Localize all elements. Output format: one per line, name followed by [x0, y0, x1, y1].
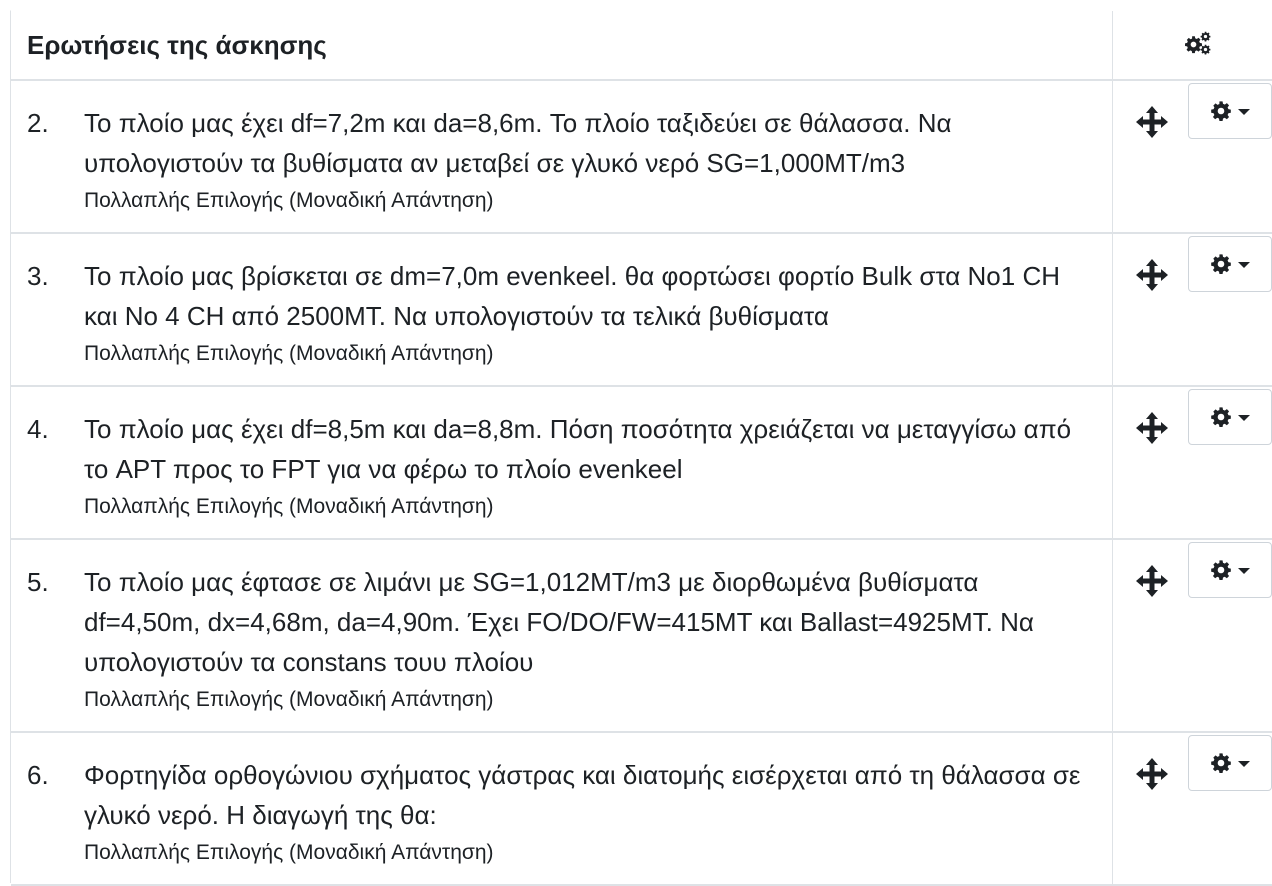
question-menu-button[interactable] [1187, 542, 1272, 598]
question-actions-cell [1112, 386, 1272, 540]
move-arrows-icon[interactable] [1135, 258, 1169, 292]
question-row: 5. Το πλοίο μας έφτασε σε λιμάνι με SG=1… [11, 539, 1272, 733]
question-cell: 5. Το πλοίο μας έφτασε σε λιμάνι με SG=1… [11, 539, 1113, 733]
question-text[interactable]: Το πλοίο μας βρίσκεται σε dm=7,0m evenke… [84, 256, 1092, 336]
question-text[interactable]: Το πλοίο μας έχει df=7,2m και da=8,6m. Τ… [84, 103, 1092, 183]
caret-down-icon [1237, 568, 1250, 574]
cog-icon [1210, 406, 1232, 428]
question-type: Πολλαπλής Επιλογής (Μοναδική Απάντηση) [84, 342, 494, 365]
question-number: 2. [27, 108, 49, 138]
question-menu-button[interactable] [1187, 236, 1272, 292]
cog-icon [1210, 752, 1232, 774]
question-actions-cell [1112, 732, 1272, 886]
move-arrows-icon[interactable] [1135, 105, 1169, 139]
cog-icon [1210, 253, 1232, 275]
question-type: Πολλαπλής Επιλογής (Μοναδική Απάντηση) [84, 189, 494, 212]
question-row: 4. Το πλοίο μας έχει df=8,5m και da=8,8m… [11, 386, 1272, 540]
question-menu-button[interactable] [1187, 389, 1272, 445]
question-actions-cell [1112, 233, 1272, 387]
question-number: 5. [27, 567, 49, 597]
move-arrows-icon[interactable] [1135, 411, 1169, 445]
question-type: Πολλαπλής Επιλογής (Μοναδική Απάντηση) [84, 688, 494, 711]
question-text[interactable]: Το πλοίο μας έφτασε σε λιμάνι με SG=1,01… [84, 562, 1092, 682]
question-cell: 6. Φορτηγίδα ορθογώνιου σχήματος γάστρας… [11, 732, 1113, 886]
question-cell: 2. Το πλοίο μας έχει df=7,2m και da=8,6m… [11, 80, 1113, 234]
questions-panel: Ερωτήσεις της άσκησης 2. Το πλοίο μας έχ… [10, 10, 1272, 886]
question-type: Πολλαπλής Επιλογής (Μοναδική Απάντηση) [84, 495, 494, 518]
question-number: 3. [27, 261, 49, 291]
table-header-actions [1112, 11, 1272, 81]
question-number: 6. [27, 760, 49, 790]
cog-icon [1210, 559, 1232, 581]
question-number: 4. [27, 414, 49, 444]
caret-down-icon [1237, 262, 1250, 268]
table-header-title: Ερωτήσεις της άσκησης [11, 11, 1113, 81]
question-row: 6. Φορτηγίδα ορθογώνιου σχήματος γάστρας… [11, 732, 1272, 886]
move-arrows-icon[interactable] [1135, 757, 1169, 791]
gears-icon [1184, 31, 1211, 54]
question-menu-button[interactable] [1187, 735, 1272, 791]
question-type: Πολλαπλής Επιλογής (Μοναδική Απάντηση) [84, 841, 494, 864]
question-text[interactable]: Φορτηγίδα ορθογώνιου σχήματος γάστρας κα… [84, 755, 1092, 835]
caret-down-icon [1237, 415, 1250, 421]
question-row: 2. Το πλοίο μας έχει df=7,2m και da=8,6m… [11, 80, 1272, 234]
question-text[interactable]: Το πλοίο μας έχει df=8,5m και da=8,8m. Π… [84, 409, 1092, 489]
question-cell: 3. Το πλοίο μας βρίσκεται σε dm=7,0m eve… [11, 233, 1113, 387]
cog-icon [1210, 100, 1232, 122]
question-actions-cell [1112, 80, 1272, 234]
question-cell: 4. Το πλοίο μας έχει df=8,5m και da=8,8m… [11, 386, 1113, 540]
table-header-row: Ερωτήσεις της άσκησης [11, 11, 1272, 81]
caret-down-icon [1237, 109, 1250, 115]
caret-down-icon [1237, 761, 1250, 767]
question-menu-button[interactable] [1187, 83, 1272, 139]
question-actions-cell [1112, 539, 1272, 733]
move-arrows-icon[interactable] [1135, 564, 1169, 598]
questions-table: Ερωτήσεις της άσκησης 2. Το πλοίο μας έχ… [11, 11, 1272, 886]
question-row: 3. Το πλοίο μας βρίσκεται σε dm=7,0m eve… [11, 233, 1272, 387]
